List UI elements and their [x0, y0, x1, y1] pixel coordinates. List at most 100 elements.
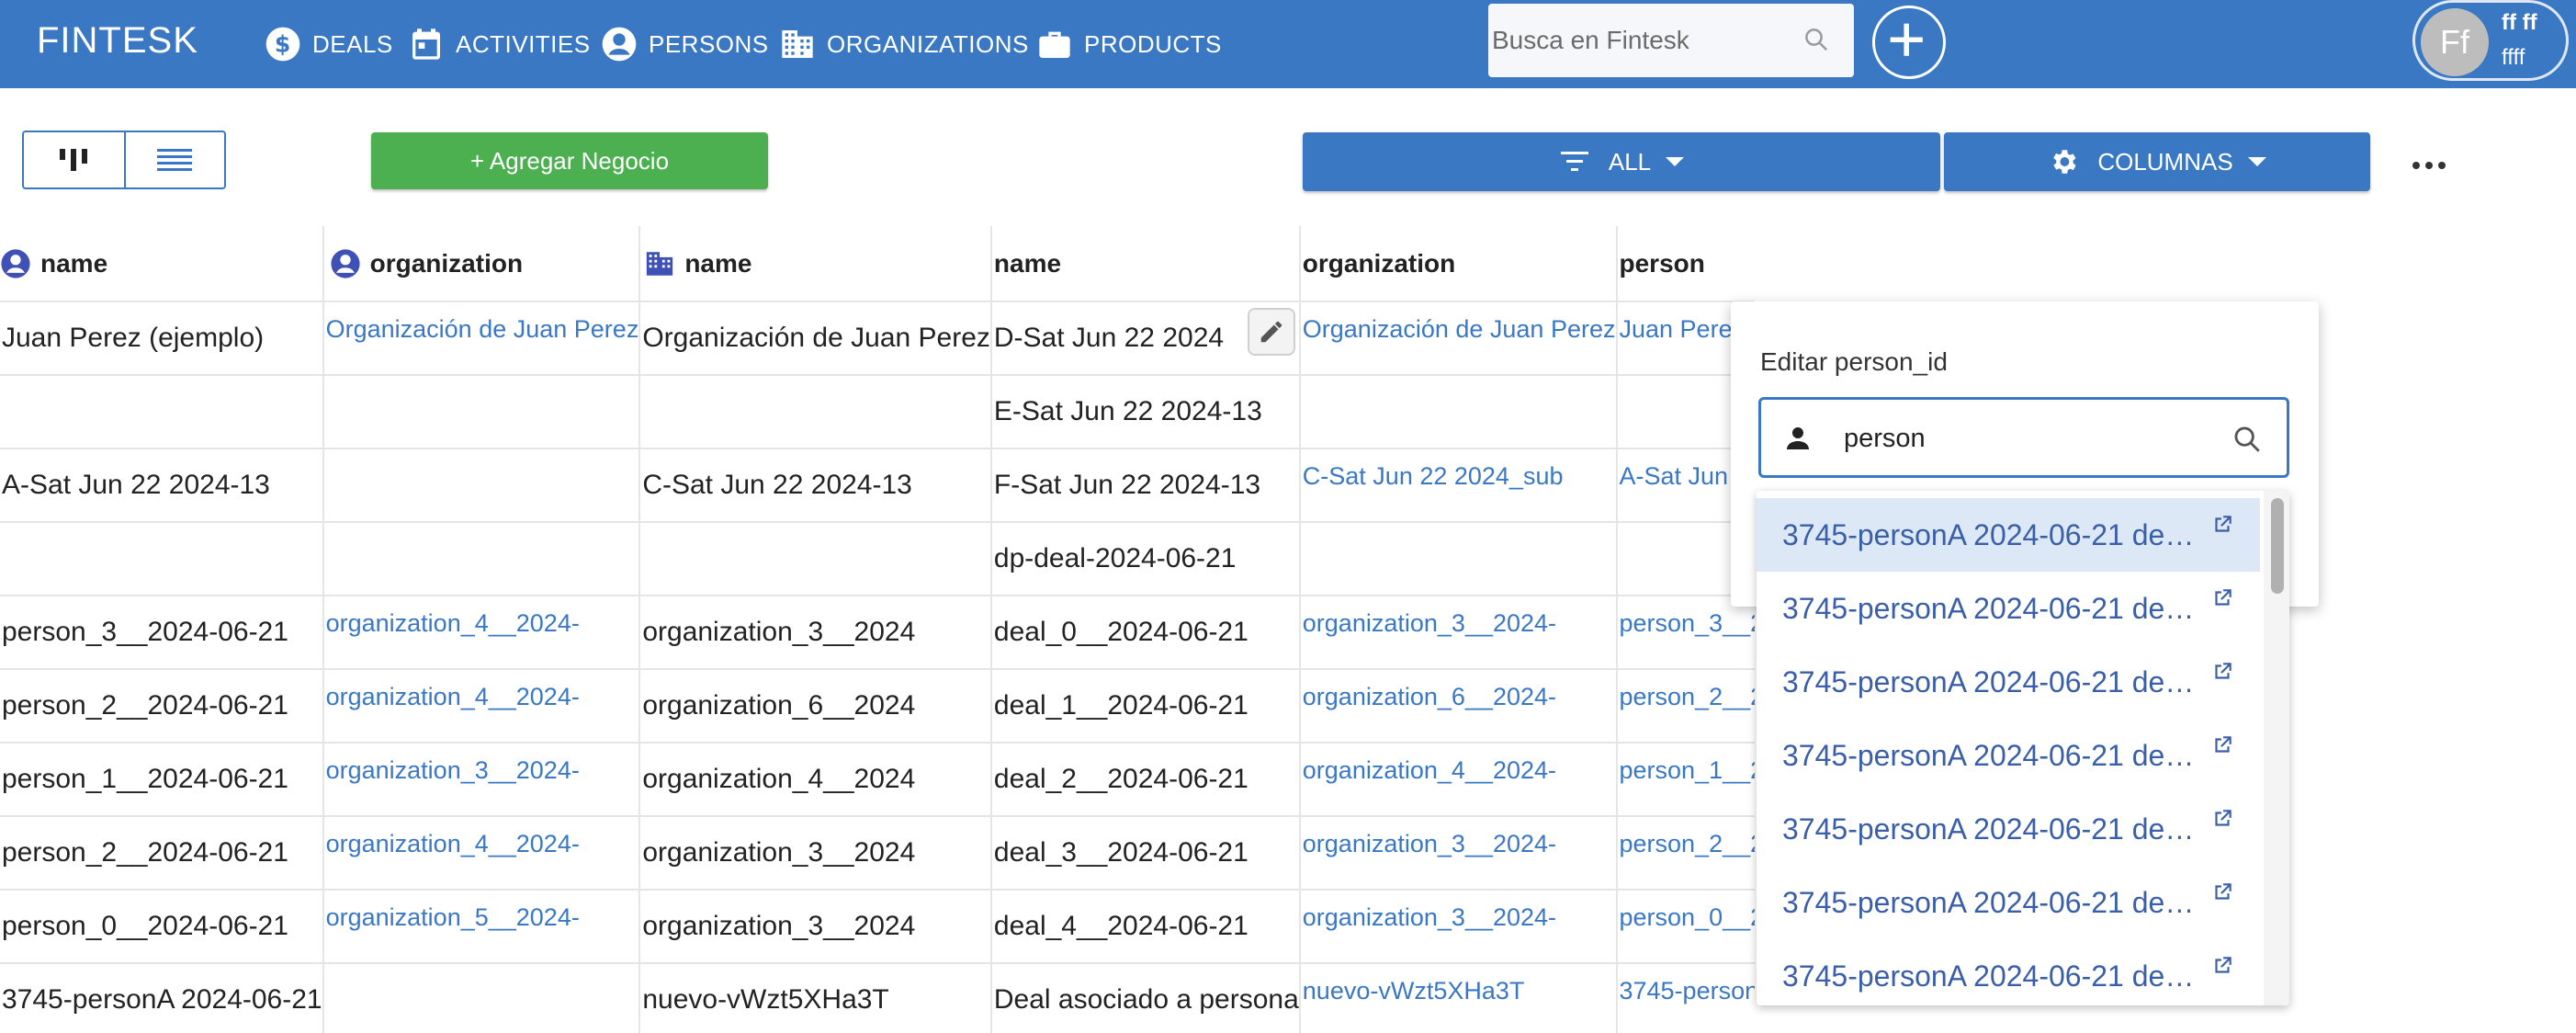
table-cell[interactable] — [639, 375, 992, 449]
table-cell[interactable]: person_2__2024-06-21 — [0, 669, 324, 744]
open-link-icon[interactable] — [2210, 660, 2234, 684]
table-cell[interactable]: Organización de Juan Perez — [639, 301, 992, 376]
col-person-name[interactable]: name — [0, 226, 324, 302]
table-cell[interactable] — [639, 522, 992, 596]
table-cell[interactable]: organization_6__2024 — [639, 669, 992, 744]
table-row[interactable]: person_0__2024-06-21 organization_5__2024… — [0, 890, 1755, 964]
table-cell-link[interactable]: nuevo-vWzt5XHa3T — [1299, 963, 1618, 1033]
table-cell[interactable]: organization_3__2024 — [639, 890, 992, 964]
dropdown-option[interactable]: 3745-personA 2024-06-21 dealD — [1757, 719, 2260, 792]
table-cell[interactable]: Deal asociado a persona — [990, 963, 1301, 1033]
open-link-icon[interactable] — [2210, 513, 2234, 537]
table-row[interactable]: 3745-personA 2024-06-21 nuevo-vWzt5XHa3T D… — [0, 963, 1755, 1033]
table-cell[interactable]: organization_4__2024 — [639, 743, 992, 817]
pipeline-view-button[interactable] — [24, 132, 124, 187]
search-icon[interactable] — [1802, 26, 1830, 53]
table-cell-link[interactable]: organization_4__2024- — [322, 816, 641, 891]
col-org-name[interactable]: name — [639, 226, 992, 302]
table-row[interactable]: person_2__2024-06-21 organization_4__2024… — [0, 669, 1755, 744]
table-cell[interactable] — [0, 375, 324, 449]
table-cell[interactable]: person_2__2024-06-21 — [0, 816, 324, 891]
quick-add-button[interactable] — [1872, 6, 1946, 79]
col-deal-organization[interactable]: organization — [1299, 226, 1618, 302]
table-cell-link[interactable]: person_1__2024-06-24 — [1616, 743, 1755, 817]
open-link-icon[interactable] — [2210, 586, 2234, 610]
table-cell[interactable]: deal_1__2024-06-21 — [990, 669, 1301, 744]
table-cell-link[interactable]: organization_5__2024- — [322, 890, 641, 964]
dropdown-option[interactable]: 3745-personA 2024-06-21 dealB — [1757, 572, 2260, 645]
table-cell-link[interactable]: organization_4__2024- — [1299, 743, 1618, 817]
col-deal-name[interactable]: name — [990, 226, 1301, 302]
table-row[interactable]: person_2__2024-06-21 organization_4__2024… — [0, 816, 1755, 891]
user-menu[interactable]: Ff ff ff ffff — [2412, 0, 2569, 81]
brand-logo[interactable]: FINTESK — [37, 20, 198, 62]
table-cell-link[interactable]: person_3__2024-06-24 — [1616, 596, 1755, 670]
table-cell-link[interactable] — [322, 448, 641, 523]
table-row[interactable]: person_1__2024-06-21 organization_3__2024… — [0, 743, 1755, 817]
table-cell[interactable]: deal_0__2024-06-21 — [990, 596, 1301, 670]
table-cell-link[interactable] — [322, 375, 641, 449]
table-cell-link[interactable] — [322, 522, 641, 596]
table-cell[interactable]: person_0__2024-06-21 — [0, 890, 324, 964]
table-cell-link[interactable]: Organización de Juan Perez — [322, 301, 641, 376]
table-cell[interactable]: deal_3__2024-06-21 — [990, 816, 1301, 891]
list-view-button[interactable] — [123, 132, 224, 187]
search-input[interactable] — [1492, 11, 1795, 70]
table-row[interactable]: Juan Perez (ejemplo) Organización de Juan… — [0, 301, 1755, 376]
table-cell[interactable]: C-Sat Jun 22 2024-13 — [639, 448, 992, 523]
open-link-icon[interactable] — [2210, 954, 2234, 978]
table-cell[interactable]: E-Sat Jun 22 2024-13 — [990, 375, 1301, 449]
table-row[interactable]: person_3__2024-06-21 organization_4__2024… — [0, 596, 1755, 670]
table-cell-link[interactable]: organization_4__2024- — [322, 596, 641, 670]
table-cell-link[interactable] — [1299, 375, 1618, 449]
nav-activities[interactable]: ACTIVITIES — [408, 18, 591, 70]
table-cell-link[interactable] — [1299, 522, 1618, 596]
person-search-input[interactable] — [1844, 413, 2211, 464]
dropdown-scrollbar[interactable] — [2264, 491, 2289, 1005]
more-options-button[interactable] — [2407, 143, 2451, 187]
table-cell-link[interactable]: 3745-personA 2024-06 — [1616, 963, 1755, 1033]
dropdown-option[interactable]: 3745-personA 2024-06-21 dealG — [1757, 939, 2260, 1005]
search-icon[interactable] — [2231, 424, 2263, 455]
table-cell[interactable]: person_3__2024-06-21 — [0, 596, 324, 670]
dropdown-option[interactable]: 3745-personA 2024-06-21 dealC — [1757, 645, 2260, 719]
table-cell-link[interactable]: organization_3__2024- — [1299, 816, 1618, 891]
table-cell-link[interactable]: organization_3__2024- — [1299, 596, 1618, 670]
columns-button[interactable]: COLUMNAS — [1944, 132, 2370, 191]
table-row[interactable]: E-Sat Jun 22 2024-13 — [0, 375, 1755, 449]
table-cell-link[interactable]: person_0__2024-06-24 — [1616, 890, 1755, 964]
table-cell[interactable] — [0, 522, 324, 596]
scrollbar-thumb[interactable] — [2271, 498, 2284, 594]
table-cell[interactable]: organization_3__2024 — [639, 816, 992, 891]
table-row[interactable]: A-Sat Jun 22 2024-13 C-Sat Jun 22 2024-13… — [0, 448, 1755, 523]
dropdown-option[interactable]: 3745-personA 2024-06-21 dealF — [1757, 866, 2260, 939]
table-cell[interactable]: nuevo-vWzt5XHa3T — [639, 963, 992, 1033]
nav-organizations[interactable]: ORGANIZATIONS — [779, 18, 1029, 70]
table-cell-link[interactable]: C-Sat Jun 22 2024_sub — [1299, 448, 1618, 523]
nav-products[interactable]: PRODUCTS — [1036, 18, 1222, 70]
dropdown-option[interactable]: 3745-personA 2024-06-21 dealA — [1757, 498, 2260, 572]
open-link-icon[interactable] — [2210, 880, 2234, 904]
table-cell-link[interactable]: organization_3__2024- — [322, 743, 641, 817]
nav-deals[interactable]: $ DEALS — [265, 18, 393, 70]
dropdown-option[interactable]: 3745-personA 2024-06-21 dealE — [1757, 792, 2260, 866]
open-link-icon[interactable] — [2210, 807, 2234, 831]
table-cell-link[interactable]: Organización de Juan Perez — [1299, 301, 1618, 376]
table-cell[interactable]: dp-deal-2024-06-21 — [990, 522, 1301, 596]
edit-cell-button[interactable] — [1247, 308, 1295, 356]
table-row[interactable]: dp-deal-2024-06-21 — [0, 522, 1755, 596]
table-cell[interactable]: deal_4__2024-06-21 — [990, 890, 1301, 964]
col-deal-person[interactable]: person — [1616, 226, 1755, 302]
table-cell[interactable]: D-Sat Jun 22 2024 — [990, 301, 1301, 376]
table-cell[interactable]: person_1__2024-06-21 — [0, 743, 324, 817]
table-cell-link[interactable]: person_2__2024-06-24 — [1616, 669, 1755, 744]
add-deal-button[interactable]: + Agregar Negocio — [371, 132, 768, 189]
table-cell-link[interactable]: person_2__2024-06-24 — [1616, 816, 1755, 891]
col-person-organization[interactable]: organization — [322, 226, 641, 302]
table-cell[interactable]: 3745-personA 2024-06-21 — [0, 963, 324, 1033]
table-cell-link[interactable]: organization_6__2024- — [1299, 669, 1618, 744]
nav-persons[interactable]: PERSONS — [601, 18, 769, 70]
table-cell[interactable]: F-Sat Jun 22 2024-13 — [990, 448, 1301, 523]
table-cell[interactable]: deal_2__2024-06-21 — [990, 743, 1301, 817]
table-cell[interactable]: organization_3__2024 — [639, 596, 992, 670]
